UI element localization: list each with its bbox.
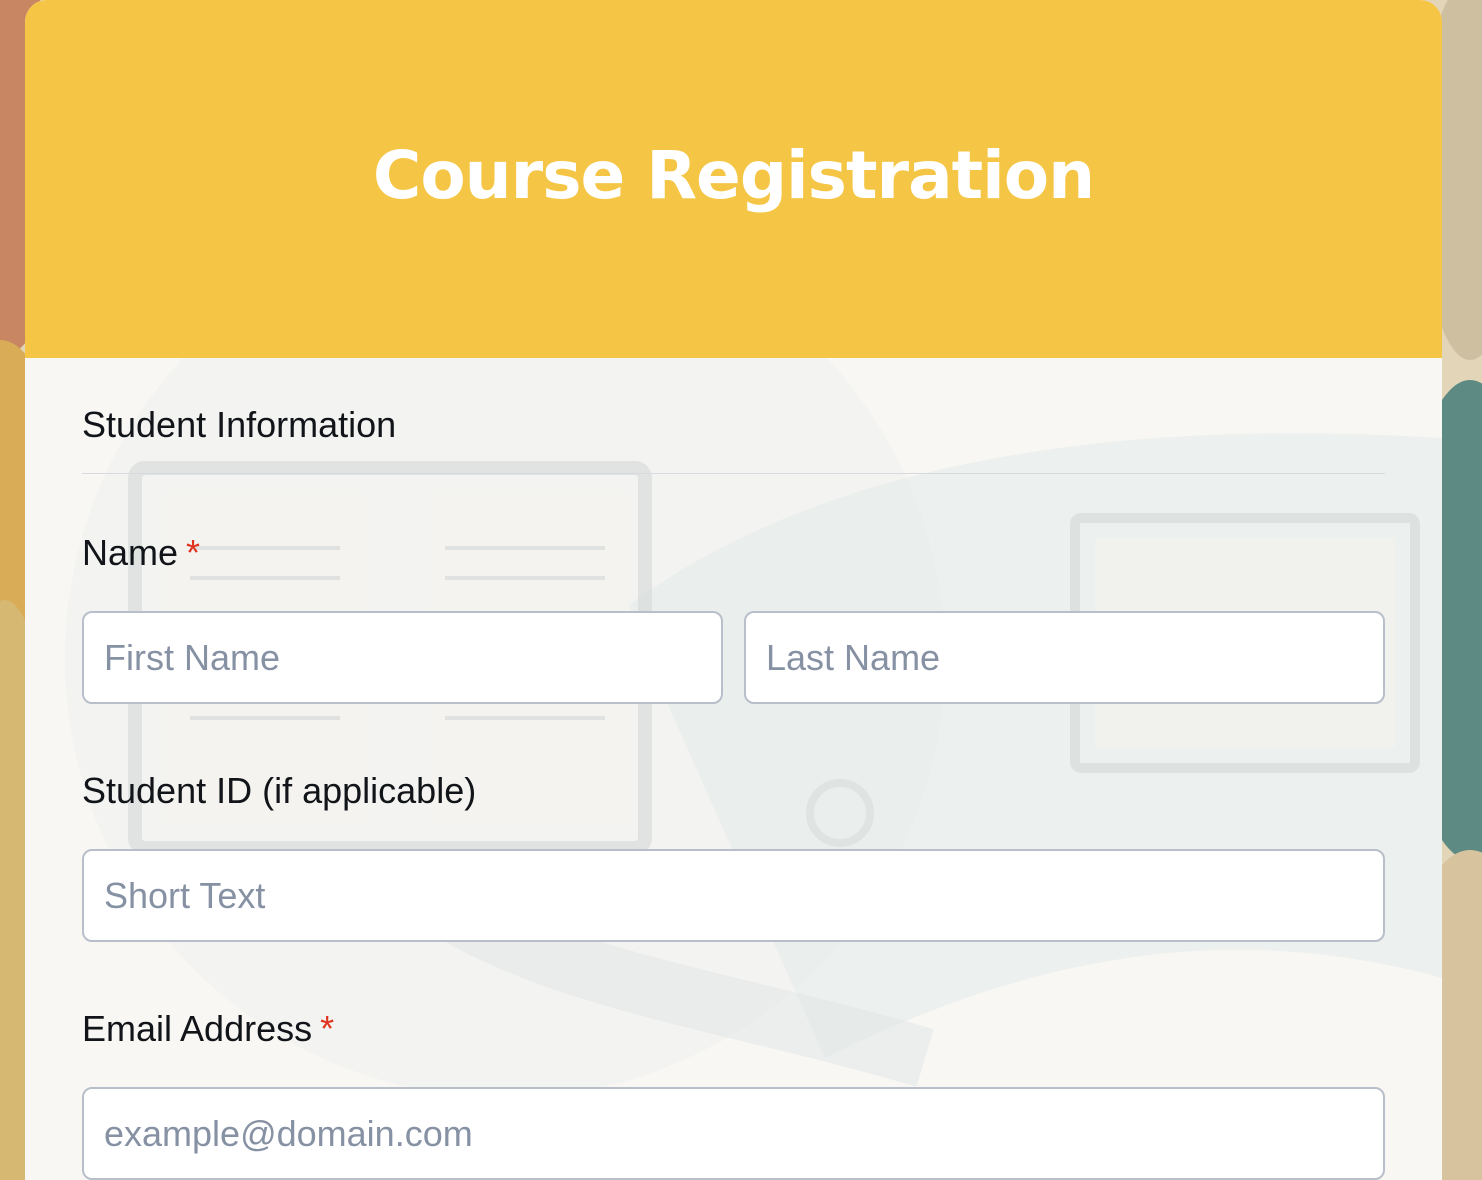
last-name-input[interactable]: [744, 611, 1385, 704]
email-label: Email Address *: [82, 1008, 1385, 1050]
form-body: Student Information Name* Student ID (if…: [25, 358, 1442, 1180]
name-label: Name *: [82, 532, 1385, 574]
email-input[interactable]: [82, 1087, 1385, 1180]
registration-form: Student Information Name* Student ID (if…: [25, 358, 1442, 1180]
name-label-text: Name: [82, 532, 179, 573]
required-marker: *: [320, 1008, 335, 1049]
form-title: Course Registration: [372, 136, 1095, 214]
student-id-label: Student ID (if applicable): [82, 770, 477, 811]
form-card: Course Registration Student Information …: [25, 0, 1442, 1180]
form-header: Course Registration: [25, 0, 1442, 358]
student-id-input[interactable]: [82, 849, 1385, 942]
required-marker: *: [186, 532, 201, 573]
section-title: Student Information: [82, 404, 397, 445]
section-divider: [82, 473, 1385, 474]
first-name-input[interactable]: [82, 611, 723, 704]
name-row: [82, 611, 1385, 704]
email-label-text: Email Address: [82, 1008, 313, 1049]
